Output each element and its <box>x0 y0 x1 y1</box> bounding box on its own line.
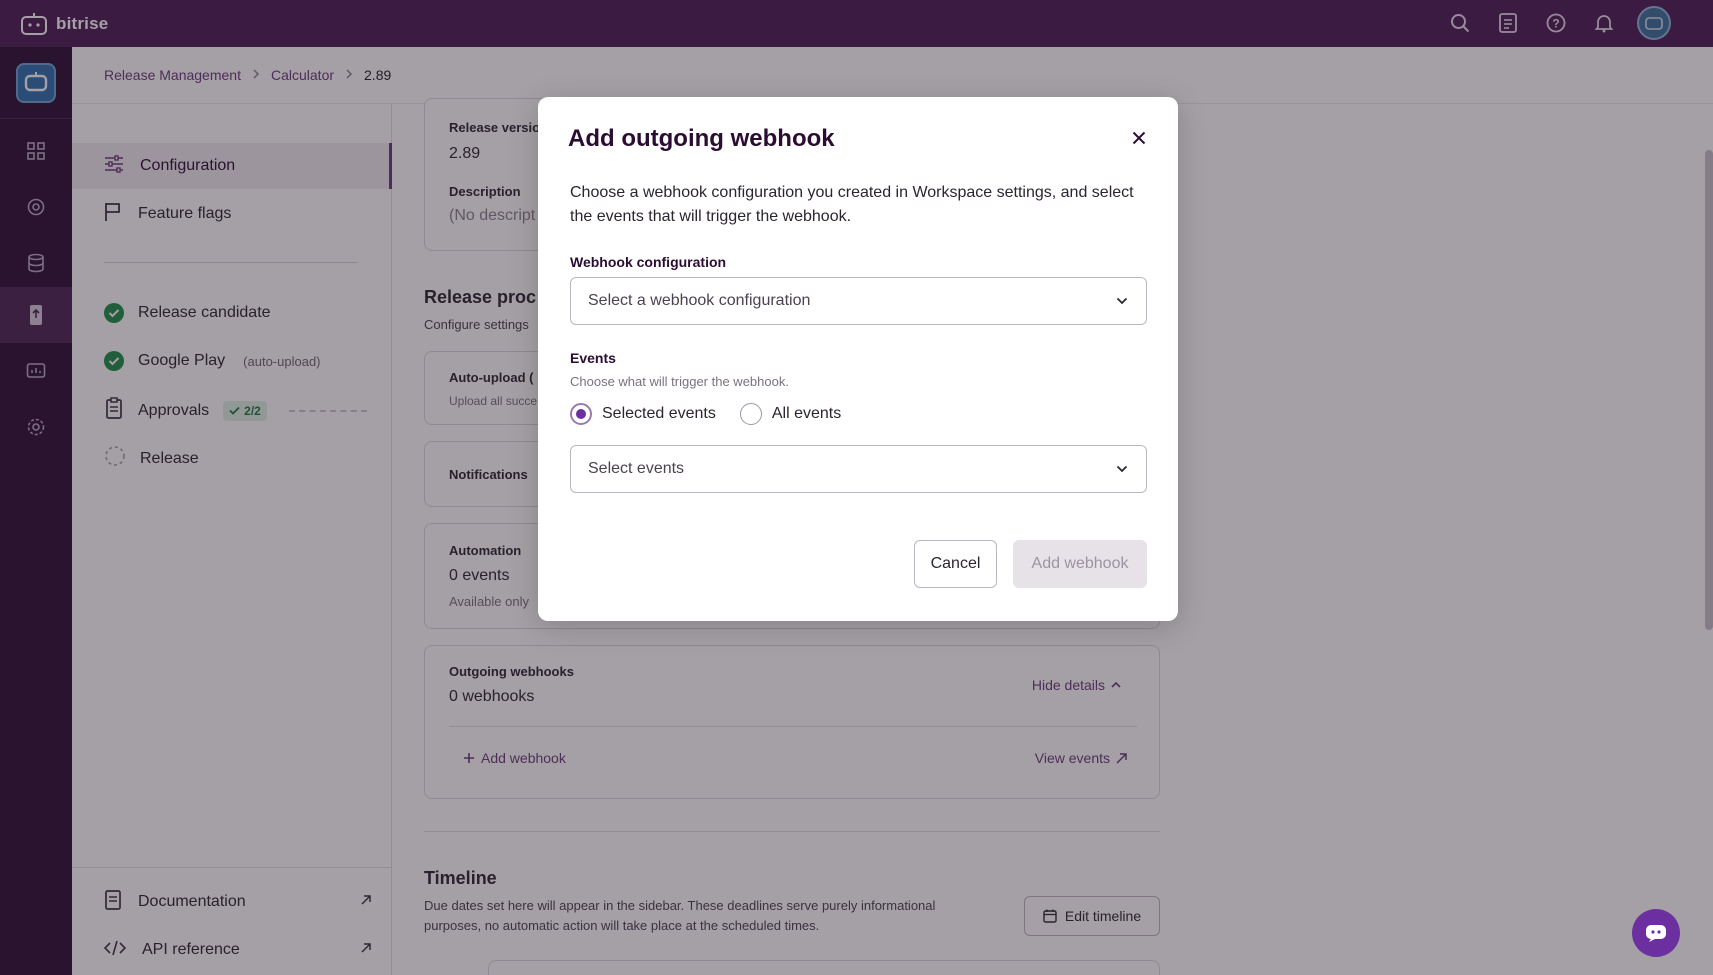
radio-unchecked-icon[interactable] <box>739 403 762 425</box>
close-icon[interactable] <box>1126 125 1152 151</box>
events-select[interactable]: Select events <box>570 445 1147 493</box>
radio-selected-label: Selected events <box>602 405 716 422</box>
radio-all-events[interactable]: All events <box>739 403 842 425</box>
events-label: Events <box>570 350 616 366</box>
webhook-config-label: Webhook configuration <box>570 254 727 270</box>
chat-support-button[interactable] <box>1632 909 1680 957</box>
radio-checked-icon[interactable] <box>570 403 592 425</box>
chat-bot-icon <box>1646 925 1666 942</box>
events-radio-group: Selected events All events <box>570 403 841 425</box>
webhook-config-select[interactable]: Select a webhook configuration <box>570 277 1147 325</box>
events-hint: Choose what will trigger the webhook. <box>570 374 789 389</box>
dialog-title: Add outgoing webhook <box>568 125 835 152</box>
chevron-down-icon <box>1116 465 1128 473</box>
radio-all-label: All events <box>771 405 842 422</box>
add-webhook-dialog: Add outgoing webhook Choose a webhook co… <box>538 97 1178 621</box>
dialog-intro: Choose a webhook configuration you creat… <box>570 184 1134 225</box>
chevron-down-icon <box>1116 297 1128 305</box>
cancel-button[interactable]: Cancel <box>914 540 997 588</box>
radio-selected-events[interactable]: Selected events <box>570 403 716 425</box>
add-webhook-button[interactable]: Add webhook <box>1013 540 1147 588</box>
webhook-config-placeholder: Select a webhook configuration <box>588 292 811 309</box>
events-placeholder: Select events <box>588 460 685 477</box>
